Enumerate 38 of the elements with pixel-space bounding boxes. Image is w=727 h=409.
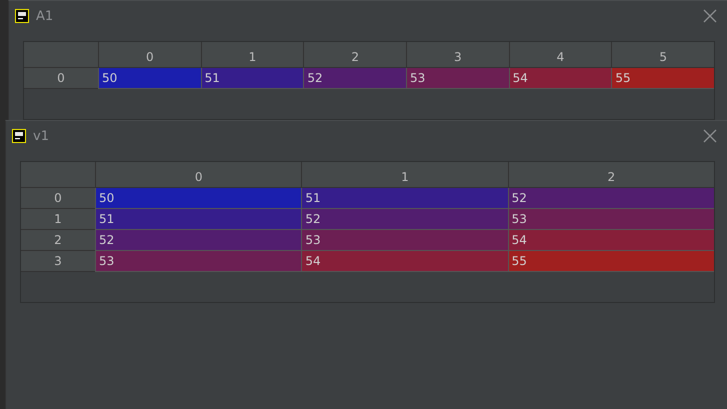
column-header: 1 bbox=[200, 42, 304, 68]
row-header: 3 bbox=[21, 251, 95, 272]
table-cell: 52 bbox=[301, 209, 508, 230]
window-title: v1 bbox=[33, 128, 50, 144]
window-title: A1 bbox=[36, 8, 54, 24]
table-cell: 51 bbox=[200, 68, 304, 89]
table-cell: 55 bbox=[508, 251, 714, 272]
table-cell: 50 bbox=[98, 68, 201, 89]
table-cell: 51 bbox=[301, 188, 508, 210]
row-header: 0 bbox=[24, 68, 98, 89]
table-cell: 54 bbox=[508, 68, 612, 89]
table-cell: 52 bbox=[95, 230, 302, 252]
column-header: 1 bbox=[301, 162, 508, 188]
close-icon[interactable] bbox=[703, 9, 717, 23]
column-header: 2 bbox=[508, 162, 714, 188]
column-header: 0 bbox=[95, 162, 302, 188]
table-cell: 54 bbox=[508, 230, 714, 252]
table-cell: 53 bbox=[508, 209, 714, 230]
column-header: 4 bbox=[508, 42, 612, 68]
column-header: 5 bbox=[611, 42, 714, 68]
table-cell: 50 bbox=[95, 188, 302, 210]
table-cell: 53 bbox=[406, 68, 509, 89]
close-icon[interactable] bbox=[703, 129, 717, 144]
table-cell: 54 bbox=[301, 251, 508, 272]
row-header: 1 bbox=[21, 209, 95, 230]
table-cell: 55 bbox=[611, 68, 714, 89]
column-header: 3 bbox=[406, 42, 509, 68]
row-header: 2 bbox=[21, 230, 95, 252]
table-cell: 52 bbox=[303, 68, 406, 89]
column-header: 2 bbox=[303, 42, 406, 68]
table-cell: 53 bbox=[301, 230, 508, 252]
table-cell: 53 bbox=[95, 251, 302, 272]
table-cell: 52 bbox=[508, 188, 714, 210]
row-header: 0 bbox=[21, 188, 95, 210]
app-logo-icon bbox=[15, 9, 29, 23]
table-cell: 51 bbox=[95, 209, 302, 230]
app-logo-icon bbox=[12, 129, 26, 144]
column-header: 0 bbox=[98, 42, 201, 68]
